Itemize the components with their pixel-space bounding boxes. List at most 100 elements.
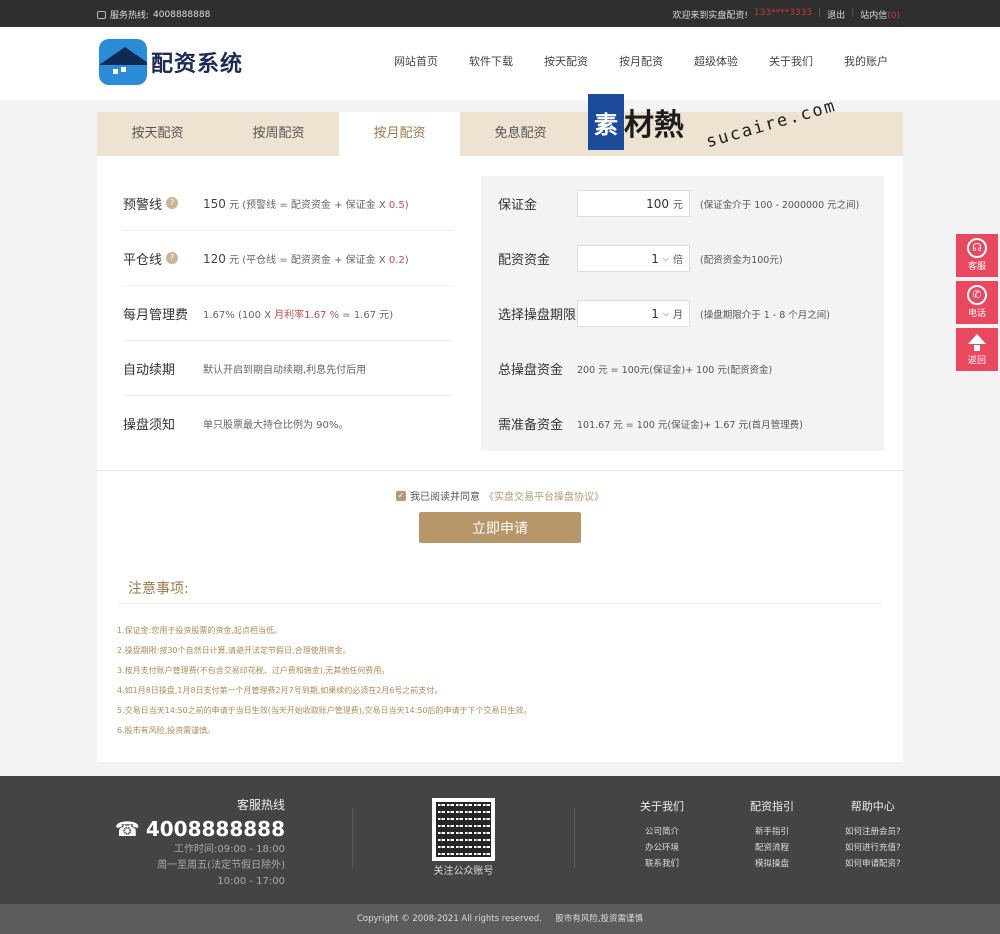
footer-col-title: 配资指引 — [750, 800, 794, 813]
margin-value: 100 — [646, 196, 669, 211]
agree-checkbox[interactable]: ✓ — [396, 490, 406, 501]
back-to-top-button[interactable]: 返回 — [956, 328, 998, 371]
calc-row-total: 总操盘资金 200 元 = 100元(保证金)+ 100 元(配资资金) — [481, 341, 884, 396]
nav-item-daily[interactable]: 按天配资 — [544, 53, 588, 69]
footer-link[interactable]: 办公环境 — [640, 840, 684, 856]
liquidation-amount: 120 — [203, 251, 226, 266]
fee-text-post: = 1.67 元) — [339, 309, 394, 321]
divider — [352, 808, 353, 868]
top-bar: 服务热线: 4008888888 欢迎来到实盘配资! 133****3333 |… — [0, 0, 1000, 27]
copyright-text: Copyright © 2008-2021 All rights reserve… — [356, 914, 542, 924]
inbox-label: 站内信 — [860, 11, 888, 21]
rule-row-renew: 自动续期 默认开启到期自动续期,利息先付后用 — [123, 341, 453, 396]
footer-link[interactable]: 如何申请配资? — [845, 856, 901, 872]
liquidation-rate: 0.2 — [388, 254, 405, 266]
rule-label: 预警线 — [123, 197, 163, 213]
nav-item-download[interactable]: 软件下载 — [469, 53, 513, 69]
fund-unit: 倍 — [673, 255, 683, 266]
footer-link[interactable]: 配资流程 — [750, 840, 794, 856]
margin-input[interactable]: 100 元 — [577, 190, 690, 217]
nav-item-monthly[interactable]: 按月配资 — [619, 53, 663, 69]
footer-link[interactable]: 联系我们 — [640, 856, 684, 872]
rule-label: 自动续期 — [123, 362, 176, 378]
footer-link[interactable]: 公司简介 — [640, 824, 684, 840]
liquidation-unit: 元 — [229, 254, 240, 266]
logo[interactable]: 配资系统 — [99, 39, 243, 85]
period-hint: (操盘期限介于 1 - 8 个月之间) — [700, 309, 831, 321]
list-item: 5.交易日当天14:50之前的申请于当日生效(当天开始收取账户管理费),交易日当… — [117, 706, 532, 715]
nav-item-home[interactable]: 网站首页 — [394, 53, 438, 69]
fund-label: 配资资金 — [498, 253, 551, 268]
logout-link[interactable]: 退出 — [827, 8, 845, 21]
agreement-link[interactable]: 《实盘交易平台操盘协议》 — [484, 488, 604, 503]
fee-rate: 月利率1.67 % — [274, 309, 340, 321]
service-button[interactable]: ☊ 客服 — [956, 234, 998, 277]
formula-close: ) — [404, 199, 409, 211]
logo-house-icon — [99, 39, 147, 85]
footer-link[interactable]: 如何注册会员? — [845, 824, 901, 840]
margin-hint: (保证金介于 100 - 2000000 元之间) — [700, 199, 860, 211]
qr-label: 关注公众账号 — [433, 866, 494, 877]
tab-weekly[interactable]: 按周配资 — [218, 112, 339, 156]
footer-col-help: 帮助中心 如何注册会员? 如何进行充值? 如何申请配资? — [845, 798, 901, 872]
rule-row-liquidation: 平仓线? 120 元 (平仓线 = 配资资金 + 保证金 X 0.2) — [123, 231, 453, 286]
rule-row-fee: 每月管理费 1.67% (100 X 月利率1.67 % = 1.67 元) — [123, 286, 453, 341]
margin-unit: 元 — [673, 200, 683, 211]
footer-col-about: 关于我们 公司简介 办公环境 联系我们 — [640, 798, 684, 872]
help-icon[interactable]: ? — [166, 252, 179, 264]
footer-col-title: 关于我们 — [640, 800, 684, 813]
hotline-title: 客服热线 — [236, 798, 285, 812]
fund-value: 1 — [651, 251, 659, 266]
telephone-icon: ☎ — [114, 817, 140, 841]
rule-label: 操盘须知 — [123, 418, 176, 433]
inbox-link[interactable]: 站内信(0) — [860, 8, 900, 21]
site-header: 配资系统 网站首页 软件下载 按天配资 按月配资 超级体验 关于我们 我的账户 — [0, 27, 1000, 100]
arrow-up-icon — [968, 334, 986, 344]
hotline-group: 服务热线: 4008888888 — [97, 8, 210, 21]
list-item: 4.如1月8日操盘,1月8日支付第一个月管理费2月7号到期,如果续约必须在2月6… — [117, 686, 443, 695]
notes-title: 注意事项: — [128, 581, 189, 597]
watermark-chars: 材熱 — [624, 108, 684, 143]
welcome-text: 欢迎来到实盘配资! — [672, 11, 749, 21]
list-item: 1.保证金:您用于投资股票的资金,起点相当低。 — [117, 626, 282, 635]
tab-interest-free[interactable]: 免息配资 — [460, 112, 581, 156]
notice-text: 单只股票最大持仓比例为 90%。 — [203, 420, 349, 431]
footer-link[interactable]: 模拟操盘 — [750, 856, 794, 872]
divider: | — [851, 8, 855, 18]
calc-row-prepare: 需准备资金 101.67 元 = 100 元(保证金)+ 1.67 元(首月管理… — [481, 396, 884, 451]
warning-rate: 0.5 — [388, 199, 405, 211]
apply-button[interactable]: 立即申请 — [419, 512, 581, 543]
phone-label: 电话 — [967, 309, 986, 319]
period-unit: 月 — [673, 310, 683, 321]
list-item: 3.按月支付账户管理费(不包含交易印花税、过户费和佣金),无其他任何费用。 — [117, 666, 390, 675]
agreement: ✓ 我已阅读并同意 《实盘交易平台操盘协议》 — [97, 488, 903, 503]
period-select[interactable]: 1 ⌵ 月 — [577, 300, 690, 327]
fund-hint: (配资资金为100元) — [700, 254, 783, 266]
nav-item-account[interactable]: 我的账户 — [844, 53, 888, 69]
tab-monthly[interactable]: 按月配资 — [339, 112, 460, 156]
tab-daily[interactable]: 按天配资 — [97, 112, 218, 156]
fund-multiplier-select[interactable]: 1 ⌵ 倍 — [577, 245, 690, 272]
username-link[interactable]: 133****3333 — [754, 8, 812, 21]
notes-divider — [117, 603, 883, 604]
formula-close: ) — [404, 254, 409, 266]
hours-1: 工作时间:09:00 - 18:00 — [174, 844, 285, 855]
help-icon[interactable]: ? — [166, 197, 179, 209]
footer: 客服热线 ☎ 4008888888 工作时间:09:00 - 18:00 周一至周… — [0, 776, 1000, 904]
footer-link[interactable]: 如何进行充值? — [845, 840, 901, 856]
phone-button[interactable]: ✆ 电话 — [956, 281, 998, 324]
footer-col-guide: 配资指引 新手指引 配资流程 模拟操盘 — [750, 798, 794, 872]
footer-link[interactable]: 新手指引 — [750, 824, 794, 840]
nav-item-trial[interactable]: 超级体验 — [694, 53, 738, 69]
prepare-formula: 101.67 元 = 100 元(保证金)+ 1.67 元(首月管理费) — [577, 419, 803, 431]
rule-label: 平仓线 — [123, 252, 163, 268]
rule-label: 每月管理费 — [123, 307, 189, 323]
nav-item-about[interactable]: 关于我们 — [769, 53, 813, 69]
agree-text: 我已阅读并同意 — [410, 492, 480, 503]
total-label: 总操盘资金 — [498, 363, 564, 378]
renew-text: 默认开启到期自动续期,利息先付后用 — [203, 364, 367, 376]
hours-2: 周一至周五(法定节假日除外) — [157, 860, 285, 871]
margin-label: 保证金 — [498, 198, 538, 213]
footer-hotline-number: 4008888888 — [145, 817, 285, 841]
rule-row-warning: 预警线? 150 元 (预警线 = 配资资金 + 保证金 X 0.5) — [123, 176, 453, 231]
